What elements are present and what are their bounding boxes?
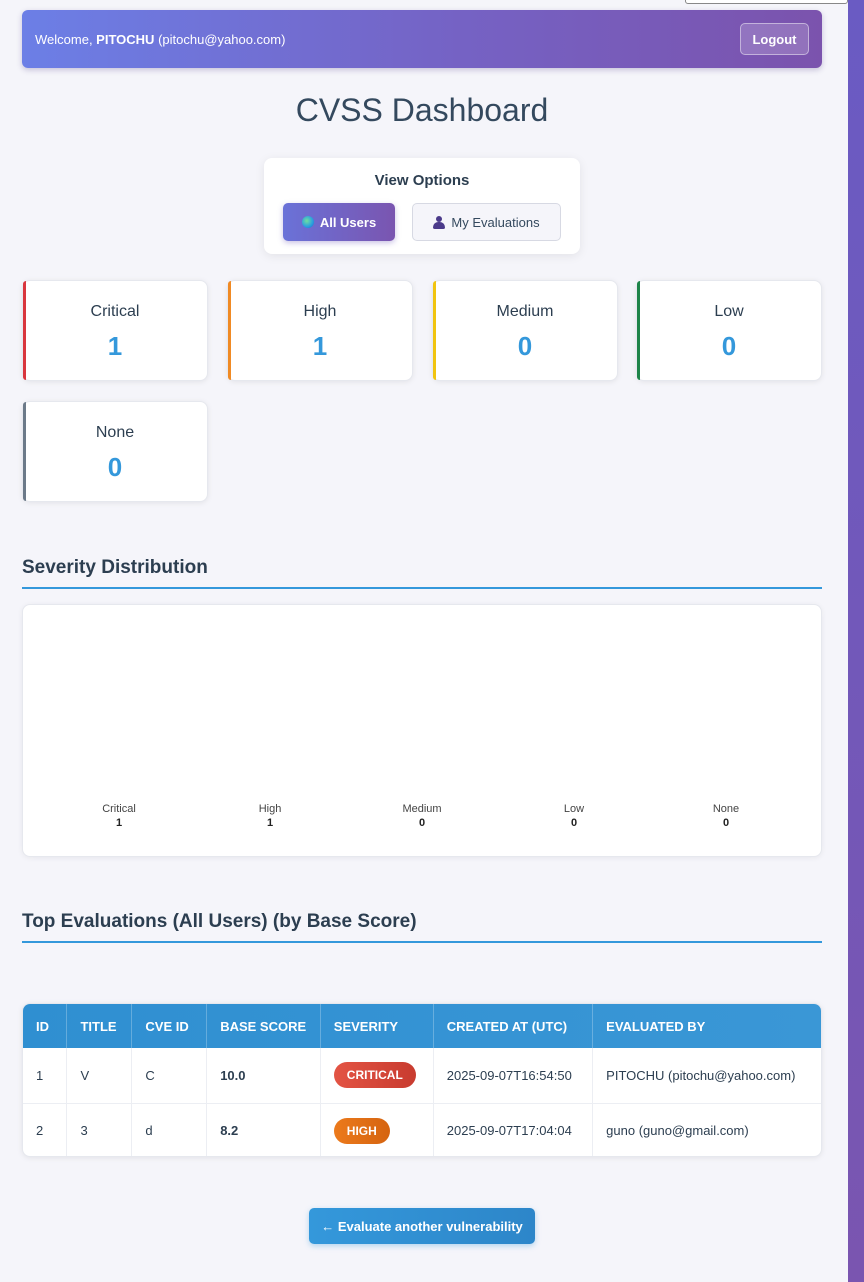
severity-badge: HIGH: [333, 1117, 390, 1144]
welcome-email: (pitochu@yahoo.com): [158, 31, 286, 47]
stat-card-none: None 0: [22, 401, 208, 502]
chart-category-label: Critical: [102, 803, 136, 815]
column-header[interactable]: EVALUATED BY: [593, 1004, 821, 1048]
table-header-row: ID TITLE CVE ID BASE SCORE SEVERITY CREA…: [23, 1004, 821, 1048]
cell-cve-id: d: [131, 1103, 208, 1156]
stat-count: 0: [721, 331, 737, 361]
top-corner-chip: [685, 0, 848, 4]
stat-card-critical: Critical 1: [22, 280, 208, 381]
cell-cve-id: C: [131, 1048, 208, 1103]
cell-severity: HIGH: [320, 1103, 434, 1156]
logout-button[interactable]: Logout: [740, 23, 809, 55]
chart-category-medium: Medium 0: [372, 803, 472, 829]
stat-label: Critical: [90, 303, 140, 320]
stat-count: 1: [312, 331, 328, 361]
evaluate-another-button[interactable]: ← Evaluate another vulnerability: [309, 1208, 535, 1244]
column-header[interactable]: TITLE: [66, 1004, 133, 1048]
cell-id: 1: [23, 1048, 68, 1103]
chart-category-label: None: [712, 803, 740, 815]
page-title: CVSS Dashboard: [295, 92, 549, 128]
cell-severity: CRITICAL: [320, 1048, 434, 1103]
column-header[interactable]: BASE SCORE: [206, 1004, 321, 1048]
table-row[interactable]: 1 V C 10.0 CRITICAL 2025-09-07T16:54:50 …: [23, 1048, 821, 1103]
cell-id: 2: [23, 1103, 68, 1156]
column-header[interactable]: SEVERITY: [320, 1004, 434, 1048]
cell-evaluated-by: guno (guno@gmail.com): [606, 1123, 749, 1139]
chart-category-label: Medium: [402, 803, 442, 815]
chart-category-low: Low 0: [524, 803, 624, 829]
chart-category-value: 0: [418, 817, 426, 829]
chart-category-value: 0: [722, 817, 730, 829]
header-bar: Welcome, PITOCHU (pitochu@yahoo.com) Log…: [22, 10, 822, 68]
cell-created-at: 2025-09-07T16:54:50: [433, 1048, 594, 1103]
welcome-text: Welcome, PITOCHU (pitochu@yahoo.com): [35, 32, 285, 47]
welcome-username: PITOCHU: [96, 31, 155, 47]
column-header[interactable]: ID: [23, 1004, 68, 1048]
chart-category-value: 1: [115, 817, 123, 829]
view-options-title: View Options: [374, 172, 470, 189]
column-header[interactable]: CVE ID: [131, 1004, 208, 1048]
stat-card-low: Low 0: [636, 280, 822, 381]
evaluations-table: ID TITLE CVE ID BASE SCORE SEVERITY CREA…: [22, 1003, 822, 1157]
my-evaluations-button[interactable]: My Evaluations: [412, 203, 561, 241]
welcome-prefix: Welcome,: [35, 31, 97, 47]
cell-base-score: 10.0: [206, 1048, 321, 1103]
chart-category-high: High 1: [220, 803, 320, 829]
stat-card-medium: Medium 0: [432, 280, 618, 381]
severity-badge: CRITICAL: [333, 1062, 416, 1089]
stat-card-high: High 1: [227, 280, 413, 381]
stat-label: Medium: [496, 303, 554, 320]
cell-created-at: 2025-09-07T17:04:04: [433, 1103, 594, 1156]
chart-category-none: None 0: [676, 803, 776, 829]
chart-category-value: 0: [570, 817, 578, 829]
chart-category-label: Low: [563, 803, 585, 815]
view-options-panel: View Options All Users My Evaluations: [264, 158, 580, 254]
column-header[interactable]: CREATED AT (UTC): [433, 1004, 594, 1048]
stat-count: 0: [517, 331, 533, 361]
cell-base-score: 8.2: [206, 1103, 321, 1156]
all-users-label: All Users: [319, 214, 377, 230]
right-edge-strip: [848, 0, 864, 1282]
my-evaluations-label: My Evaluations: [451, 214, 540, 230]
chart-category-value: 1: [266, 817, 274, 829]
stat-label: High: [303, 303, 337, 320]
severity-chart: Critical 1 High 1 Medium 0 Low 0 None 0: [22, 604, 822, 857]
chart-category-label: High: [258, 803, 282, 815]
stat-count: 1: [107, 331, 123, 361]
stat-label: None: [95, 424, 135, 441]
cell-title: 3: [66, 1103, 133, 1156]
chart-category-critical: Critical 1: [69, 803, 169, 829]
cell-title: V: [66, 1048, 133, 1103]
cell-evaluated-by: PITOCHU (pitochu@yahoo.com): [606, 1067, 796, 1083]
globe-icon: [301, 216, 314, 228]
table-row[interactable]: 2 3 d 8.2 HIGH 2025-09-07T17:04:04 guno …: [23, 1103, 821, 1156]
stat-label: Low: [714, 303, 744, 320]
severity-distribution-title: Severity Distribution: [22, 557, 822, 589]
all-users-button[interactable]: All Users: [283, 203, 395, 241]
stat-count: 0: [107, 452, 123, 482]
top-evaluations-title: Top Evaluations (All Users) (by Base Sco…: [22, 911, 822, 943]
user-icon: [433, 215, 446, 229]
